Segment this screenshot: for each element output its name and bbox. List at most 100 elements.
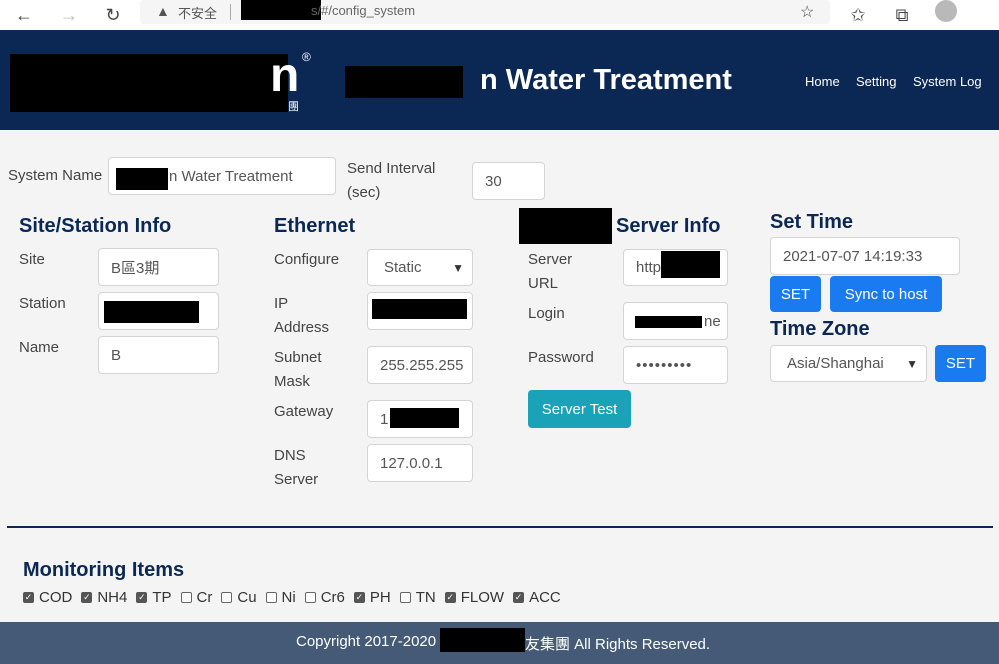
monitor-item-flow[interactable]: ✓ FLOW — [444, 589, 505, 606]
page-title: n Water Treatment — [480, 64, 732, 96]
password-input[interactable]: ••••••••• — [623, 346, 728, 384]
monitor-item-label: Cr — [196, 589, 213, 606]
monitor-item-label: ACC — [529, 589, 561, 606]
monitor-item-ph[interactable]: ✓ PH — [353, 589, 391, 606]
set-time-button[interactable]: SET — [770, 276, 821, 312]
checkbox-unchecked-icon[interactable] — [304, 592, 316, 603]
server-url-label-2: URL — [528, 275, 559, 292]
gateway-label: Gateway — [274, 403, 334, 420]
redacted-title-prefix — [345, 66, 463, 98]
arrow-left-icon[interactable]: ← — [12, 0, 36, 30]
subnet-mask-input[interactable]: 255.255.255 — [367, 346, 473, 384]
monitor-item-label: PH — [369, 589, 391, 606]
system-name-value: n Water Treatment — [169, 167, 293, 185]
site-station-heading: Site/Station Info — [19, 215, 172, 237]
nav-setting[interactable]: Setting — [856, 74, 896, 89]
favorite-add-icon[interactable]: ☆ — [800, 2, 814, 22]
registered-mark: ® — [302, 50, 311, 64]
monitor-item-acc[interactable]: ✓ ACC — [513, 589, 561, 606]
redacted-logo — [10, 54, 288, 112]
login-value: ne — [704, 312, 721, 330]
checkbox-unchecked-icon[interactable] — [399, 592, 411, 603]
nav-home[interactable]: Home — [805, 74, 840, 89]
checkbox-checked-icon[interactable]: ✓ — [23, 592, 34, 603]
configure-select[interactable]: Static ▼ — [367, 249, 473, 286]
datetime-input[interactable]: 2021-07-07 14:19:33 — [770, 237, 960, 275]
name-input[interactable]: B — [98, 336, 219, 374]
monitor-item-ni[interactable]: Ni — [265, 589, 296, 606]
site-value: B區3期 — [111, 259, 160, 277]
dns-server-input[interactable]: 127.0.0.1 — [367, 444, 473, 482]
time-zone-heading: Time Zone — [770, 318, 870, 340]
send-interval-unit-label: (sec) — [347, 184, 381, 201]
checkbox-checked-icon[interactable]: ✓ — [136, 592, 148, 603]
favorites-icon[interactable]: ✩ — [846, 0, 870, 30]
send-interval-input[interactable]: 30 — [472, 162, 545, 200]
monitor-item-label: FLOW — [460, 589, 505, 606]
redacted-station — [104, 301, 199, 323]
server-info-heading: Server Info — [616, 215, 721, 237]
section-divider — [7, 526, 993, 528]
monitor-item-label: COD — [39, 589, 73, 606]
system-name-label: System Name — [8, 167, 103, 184]
checkbox-checked-icon[interactable]: ✓ — [353, 592, 365, 603]
collections-icon[interactable]: ⧉ — [890, 0, 914, 30]
time-zone-select[interactable]: Asia/Shanghai ▼ — [770, 345, 927, 382]
configure-value: Static — [384, 259, 422, 276]
subnet-value: 255.255.255 — [380, 356, 464, 374]
time-zone-value: Asia/Shanghai — [787, 355, 884, 372]
site-input[interactable]: B區3期 — [98, 248, 219, 286]
sync-to-host-button[interactable]: Sync to host — [830, 276, 942, 312]
datetime-value: 2021-07-07 14:19:33 — [783, 247, 923, 265]
site-label: Site — [19, 251, 45, 268]
logo-letter: n — [270, 49, 300, 102]
nav-system-log[interactable]: System Log — [913, 74, 982, 89]
monitor-item-label: Ni — [281, 589, 296, 606]
checkbox-checked-icon[interactable]: ✓ — [513, 592, 525, 603]
address-bar[interactable]: ▲ 不安全 s/#/config_system ☆ — [140, 0, 830, 24]
monitor-item-cr[interactable]: Cr — [180, 589, 213, 606]
password-value: ••••••••• — [636, 356, 693, 374]
monitor-item-tp[interactable]: ✓ TP — [136, 589, 172, 606]
redacted-system-name — [116, 168, 168, 190]
ip-label: IP — [274, 295, 289, 312]
app-header: n ® 團 n Water Treatment Home Setting Sys… — [0, 30, 999, 130]
redacted-ip — [372, 299, 467, 319]
checkbox-unchecked-icon[interactable] — [180, 592, 192, 603]
configure-label: Configure — [274, 251, 340, 268]
set-time-zone-button[interactable]: SET — [935, 345, 986, 382]
arrow-right-icon[interactable]: → — [57, 0, 81, 30]
checkbox-unchecked-icon[interactable] — [221, 592, 233, 603]
server-test-button[interactable]: Server Test — [528, 390, 631, 428]
checkbox-checked-icon[interactable]: ✓ — [444, 592, 456, 603]
redacted-company — [440, 628, 525, 652]
chevron-down-icon: ▼ — [452, 260, 464, 275]
set-time-heading: Set Time — [770, 211, 853, 233]
url-path: s/#/config_system — [311, 3, 416, 18]
checkbox-checked-icon[interactable]: ✓ — [81, 592, 93, 603]
browser-toolbar: ← → ↻ ▲ 不安全 s/#/config_system ☆ ✩ ⧉ — [0, 0, 999, 31]
subnet-label: Subnet — [274, 349, 322, 366]
redacted-server-prefix — [519, 208, 612, 244]
monitor-item-cu[interactable]: Cu — [221, 589, 257, 606]
profile-avatar-icon[interactable] — [935, 0, 957, 22]
monitor-item-cr6[interactable]: Cr6 — [304, 589, 345, 606]
chevron-down-icon: ▼ — [906, 356, 918, 371]
monitoring-items-list: ✓ COD ✓ NH4 ✓ TP Cr Cu Ni Cr6 ✓ PH TN ✓ FLOW ✓ ACC — [23, 589, 570, 606]
monitor-item-cod[interactable]: ✓ COD — [23, 589, 72, 606]
reload-icon[interactable]: ↻ — [101, 0, 125, 30]
server-url-value: http — [636, 259, 662, 276]
login-label: Login — [528, 305, 565, 322]
checkbox-unchecked-icon[interactable] — [265, 592, 277, 603]
redacted-url — [661, 251, 720, 278]
redacted-gateway — [390, 408, 459, 428]
monitor-item-label: Cr6 — [320, 589, 345, 606]
send-interval-value: 30 — [485, 172, 502, 190]
name-value: B — [111, 346, 122, 364]
monitor-item-tn[interactable]: TN — [399, 589, 436, 606]
station-label: Station — [19, 295, 66, 312]
monitor-item-nh4[interactable]: ✓ NH4 — [81, 589, 127, 606]
warning-icon: ▲ — [156, 3, 170, 19]
monitor-item-label: Cu — [237, 589, 257, 606]
send-interval-label: Send Interval — [347, 160, 436, 177]
